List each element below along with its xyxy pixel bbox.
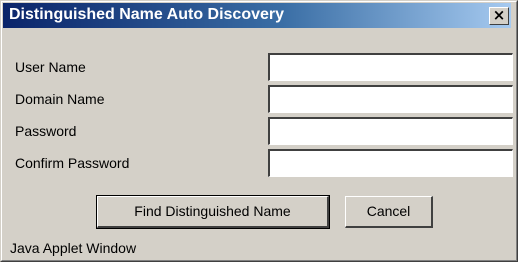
- domain-name-field[interactable]: [268, 85, 513, 113]
- close-button[interactable]: ×: [489, 7, 509, 25]
- password-label: Password: [15, 123, 77, 139]
- password-field[interactable]: [268, 117, 513, 145]
- confirm-password-label: Confirm Password: [15, 155, 130, 171]
- find-distinguished-name-button[interactable]: Find Distinguished Name: [97, 196, 329, 228]
- user-name-label: User Name: [15, 59, 86, 75]
- dialog-window: Distinguished Name Auto Discovery × User…: [0, 0, 518, 262]
- dialog-title: Distinguished Name Auto Discovery: [9, 6, 285, 23]
- confirm-password-field[interactable]: [268, 149, 513, 177]
- user-name-field[interactable]: [268, 53, 513, 81]
- title-bar[interactable]: Distinguished Name Auto Discovery ×: [3, 3, 511, 28]
- close-icon: ×: [492, 6, 506, 24]
- applet-status-text: Java Applet Window: [10, 240, 137, 256]
- cancel-button[interactable]: Cancel: [345, 196, 433, 228]
- domain-name-label: Domain Name: [15, 91, 105, 107]
